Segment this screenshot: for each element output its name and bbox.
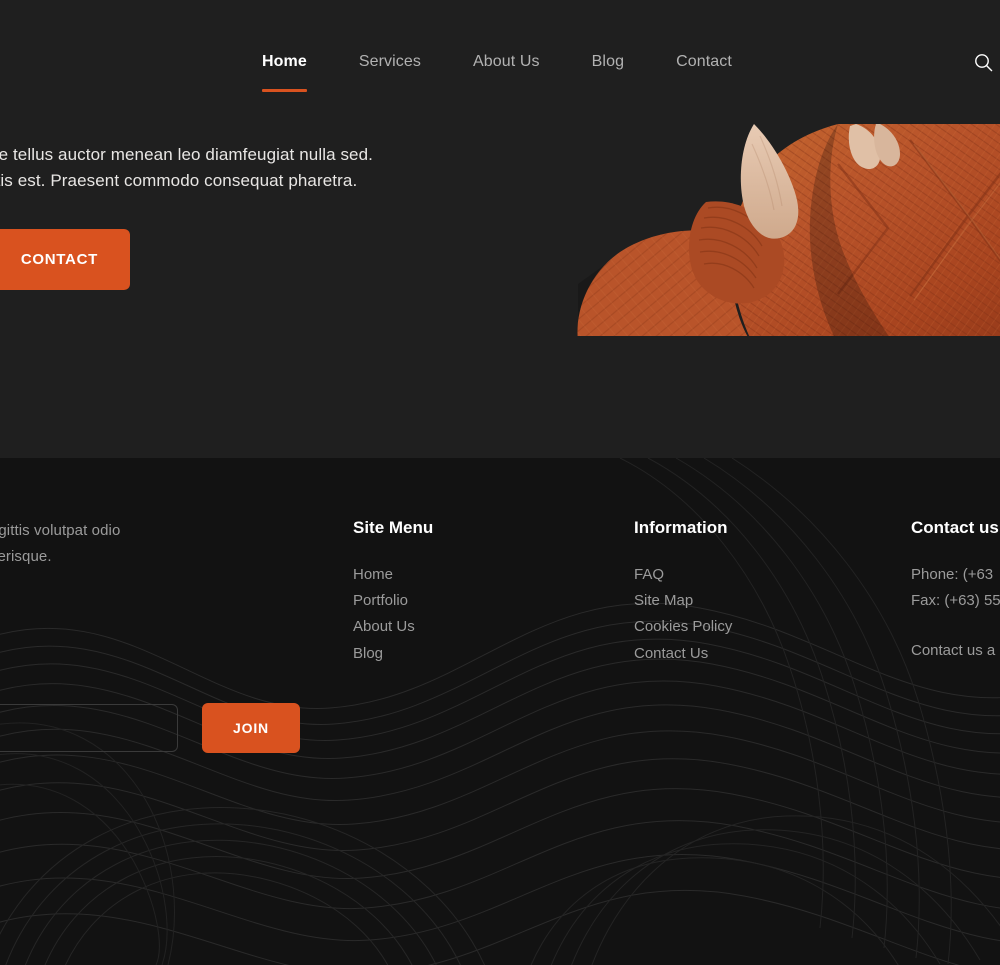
search-button[interactable] — [970, 49, 996, 75]
search-icon — [974, 53, 992, 71]
newsletter-email-input[interactable] — [0, 704, 178, 752]
nav-item-contact[interactable]: Contact — [676, 48, 732, 76]
footer-link-faq[interactable]: FAQ — [634, 562, 884, 588]
footer-contact-column: Contact us Phone: (+63 Fax: (+63) 55 Con… — [911, 518, 1000, 664]
footer-contact-heading: Contact us — [911, 518, 999, 537]
footer-information-column: Information FAQ Site Map Cookies Policy … — [634, 518, 884, 667]
nav-item-home[interactable]: Home — [262, 48, 307, 92]
footer-link-about-us[interactable]: About Us — [353, 614, 603, 640]
footer-link-site-map[interactable]: Site Map — [634, 588, 884, 614]
nav-item-label: Contact — [676, 53, 732, 70]
hero-copy: t enim vitae tellus auctor menean leo di… — [0, 142, 480, 194]
footer-about-column: endisse sed nisigittis volutpat odio mas… — [0, 518, 190, 570]
hero-paragraph-line-1: t enim vitae tellus auctor menean leo di… — [0, 145, 373, 164]
footer-about-line-1: endisse sed nisigittis volutpat odio — [0, 522, 121, 539]
nav-item-services[interactable]: Services — [359, 48, 421, 76]
hero-image — [538, 124, 1000, 352]
footer-site-menu-column: Site Menu Home Portfolio About Us Blog — [353, 518, 603, 667]
footer-about-line-2: massa velit scelerisque. — [0, 548, 52, 565]
nav-item-label: About Us — [473, 53, 540, 70]
footer-link-home[interactable]: Home — [353, 562, 603, 588]
footer-content: endisse sed nisigittis volutpat odio mas… — [0, 458, 1000, 965]
main-navigation: Home Services About Us Blog Contact — [262, 48, 732, 92]
nav-item-blog[interactable]: Blog — [592, 48, 624, 76]
page-root: Home Services About Us Blog Contact e te… — [0, 0, 1000, 965]
footer-link-blog[interactable]: Blog — [353, 641, 603, 667]
newsletter-form: JOIN — [0, 703, 300, 753]
hero-section: t enim vitae tellus auctor menean leo di… — [0, 120, 1000, 458]
footer-information-heading: Information — [634, 518, 728, 537]
footer-site-menu-heading: Site Menu — [353, 518, 434, 537]
nav-item-about-us[interactable]: About Us — [473, 48, 540, 76]
hero-contact-button[interactable]: CONTACT — [0, 229, 130, 290]
hero-paragraph-line-2: at venenatis est. Praesent commodo conse… — [0, 171, 358, 190]
footer-contact-email: Contact us a — [911, 642, 996, 659]
footer-link-contact-us[interactable]: Contact Us — [634, 641, 884, 667]
nav-item-label: Blog — [591, 53, 625, 70]
nav-item-label: Home — [262, 53, 307, 70]
footer-contact-fax: Fax: (+63) 55 — [911, 592, 1000, 609]
footer-contact-phone: Phone: (+63 — [911, 566, 994, 583]
footer-link-portfolio[interactable]: Portfolio — [353, 588, 603, 614]
site-footer: endisse sed nisigittis volutpat odio mas… — [0, 458, 1000, 965]
newsletter-join-button[interactable]: JOIN — [202, 703, 300, 753]
footer-link-cookies-policy[interactable]: Cookies Policy — [634, 614, 884, 640]
site-header: Home Services About Us Blog Contact — [0, 0, 1000, 120]
nav-item-label: Services — [358, 53, 422, 70]
